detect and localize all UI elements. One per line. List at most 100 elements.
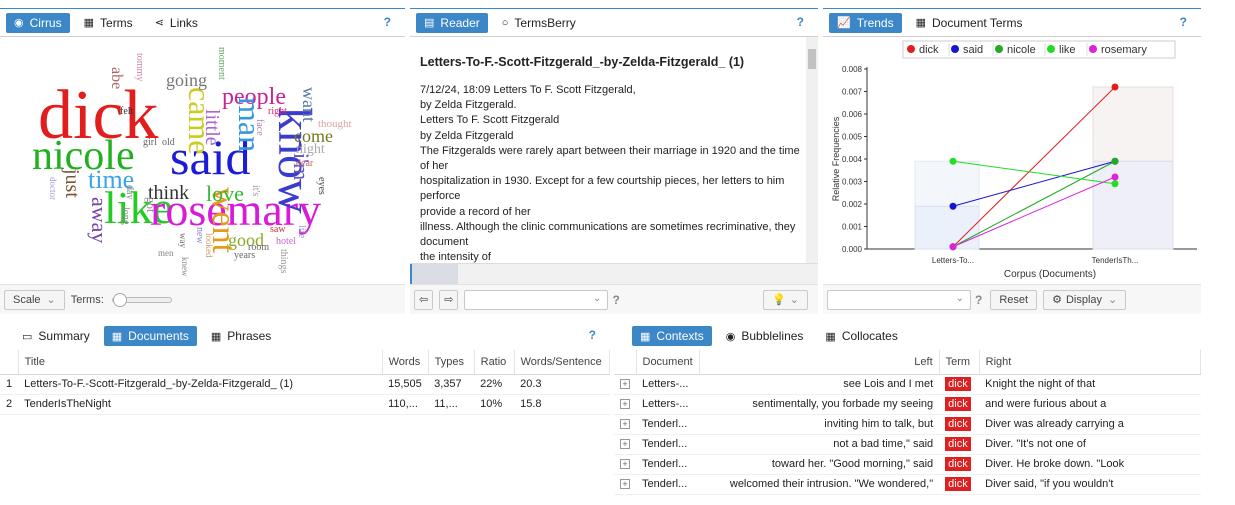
scrollbar-thumb[interactable]: [808, 49, 816, 69]
help-icon[interactable]: ?: [612, 293, 619, 307]
cloud-word[interactable]: tommy: [134, 53, 145, 81]
cloud-word[interactable]: felt: [120, 107, 133, 117]
column-header-right[interactable]: Right: [979, 350, 1202, 375]
column-header-words[interactable]: Words: [382, 350, 429, 375]
legend-marker[interactable]: [907, 45, 915, 53]
cloud-word[interactable]: just: [61, 169, 83, 198]
cloud-word[interactable]: abe: [108, 67, 125, 89]
tab-documents[interactable]: ▦ Documents: [103, 326, 197, 346]
help-button[interactable]: ?: [589, 328, 596, 342]
help-button[interactable]: ?: [1180, 15, 1187, 29]
legend-label[interactable]: dick: [919, 44, 939, 56]
prev-button[interactable]: ⇦: [414, 289, 434, 310]
table-row[interactable]: + Tenderl... welcomed their intrusion. "We…: [614, 474, 1201, 495]
legend-label[interactable]: rosemary: [1101, 44, 1147, 56]
table-row[interactable]: + Letters-... see Lois and I met dick Knight…: [614, 374, 1201, 395]
table-row[interactable]: + Letters-... sentimentally, you forbade m…: [614, 394, 1201, 415]
cloud-word[interactable]: want: [299, 87, 319, 122]
reset-button[interactable]: Reset: [990, 289, 1038, 310]
cloud-word[interactable]: it's: [250, 185, 261, 196]
tab-links[interactable]: ⋖ Links: [147, 13, 206, 33]
cloud-word[interactable]: girl: [143, 138, 157, 148]
cloud-word[interactable]: night: [296, 143, 325, 157]
cloud-word[interactable]: thought: [318, 119, 352, 130]
column-header-term[interactable]: Term: [939, 350, 980, 375]
help-button[interactable]: ?: [384, 15, 391, 29]
next-button[interactable]: ⇨: [439, 289, 459, 310]
expand-icon[interactable]: +: [620, 419, 630, 429]
help-button[interactable]: ?: [797, 15, 804, 29]
expand-icon[interactable]: +: [620, 439, 630, 449]
cloud-word[interactable]: moment: [216, 47, 227, 80]
help-icon[interactable]: ?: [975, 293, 982, 307]
terms-combo[interactable]: ⌄: [827, 289, 971, 310]
cloud-word[interactable]: saw: [270, 225, 286, 235]
tab-termsberry[interactable]: ○ TermsBerry: [494, 13, 584, 33]
legend-label[interactable]: nicole: [1007, 44, 1036, 56]
cloud-word[interactable]: doctor: [48, 177, 58, 200]
cloud-word[interactable]: dear: [296, 159, 313, 169]
legend-label[interactable]: said: [963, 44, 983, 56]
legend-label[interactable]: like: [1059, 44, 1076, 56]
slider-handle[interactable]: [112, 292, 127, 307]
cloud-word[interactable]: way: [178, 233, 188, 248]
tab-summary[interactable]: ▭ Summary: [14, 326, 98, 346]
lightbulb-button[interactable]: 💡 ⌄: [763, 289, 808, 310]
tab-collocates[interactable]: ▦ Collocates: [817, 326, 905, 346]
tab-bubblelines[interactable]: ◉ Bubblelines: [718, 326, 812, 346]
column-header-title[interactable]: Title: [18, 350, 383, 375]
search-combo[interactable]: ⌄: [464, 289, 609, 310]
table-row[interactable]: + Tenderl... toward her. "Good morning," s…: [614, 454, 1201, 475]
cloud-word[interactable]: face: [254, 119, 265, 136]
legend-marker[interactable]: [1089, 45, 1097, 53]
tab-contexts[interactable]: ▦ Contexts: [632, 326, 712, 346]
cloud-word[interactable]: life: [296, 225, 307, 238]
data-point: [1111, 157, 1119, 165]
column-header-ratio[interactable]: Ratio: [474, 350, 515, 375]
table-row[interactable]: 1 Letters-To-F.-Scott-Fitzgerald_-by-Zel…: [0, 374, 610, 395]
cloud-word[interactable]: long: [120, 207, 131, 225]
tab-cirrus[interactable]: ◉ Cirrus: [6, 12, 70, 33]
cloud-word[interactable]: years: [234, 251, 255, 261]
legend-marker[interactable]: [951, 45, 959, 53]
tab-trends[interactable]: 📈 Trends: [829, 12, 902, 33]
cloud-word[interactable]: going: [166, 71, 207, 89]
cloud-word[interactable]: away: [87, 197, 112, 243]
cloud-word[interactable]: love: [206, 183, 244, 205]
legend-marker[interactable]: [1047, 45, 1055, 53]
column-header-words-sentence[interactable]: Words/Sentence: [514, 350, 611, 375]
column-header-document[interactable]: Document: [636, 350, 700, 375]
expand-icon[interactable]: +: [620, 459, 630, 469]
cloud-word[interactable]: hotel: [276, 237, 296, 247]
expand-icon[interactable]: +: [620, 399, 630, 409]
column-header-types[interactable]: Types: [428, 350, 475, 375]
cloud-word[interactable]: old: [162, 138, 175, 148]
cloud-word[interactable]: new: [194, 227, 205, 244]
terms-slider[interactable]: [111, 292, 172, 307]
cloud-word[interactable]: little: [201, 109, 223, 146]
cloud-word[interactable]: right: [268, 107, 287, 117]
expand-icon[interactable]: +: [620, 479, 630, 489]
document-strip-segment[interactable]: [410, 264, 458, 286]
table-row[interactable]: + Tenderl... inviting him to talk, but dick…: [614, 414, 1201, 435]
scale-button[interactable]: Scale ⌄: [4, 289, 65, 310]
cloud-word[interactable]: men: [158, 249, 174, 258]
tab-terms[interactable]: ▦ Terms: [76, 13, 141, 33]
tab-reader[interactable]: ▤ Reader: [416, 12, 488, 33]
cloud-word[interactable]: things: [278, 249, 289, 273]
cloud-word[interactable]: got: [144, 197, 158, 212]
cloud-word[interactable]: knew: [180, 257, 190, 277]
document-strip[interactable]: [410, 263, 818, 286]
display-button[interactable]: ⚙ Display ⌄: [1043, 289, 1127, 310]
cloud-word[interactable]: eyes: [316, 177, 327, 195]
table-row[interactable]: + Tenderl... not a bad time," said dick Dive…: [614, 434, 1201, 455]
tab-phrases[interactable]: ▦ Phrases: [203, 326, 279, 346]
column-header-left[interactable]: Left: [699, 350, 940, 375]
expand-icon[interactable]: +: [620, 379, 630, 389]
tab-document-terms[interactable]: ▦ Document Terms: [908, 13, 1031, 33]
table-row[interactable]: 2 TenderIsTheNight 110,... 11,... 10% 15…: [0, 394, 610, 415]
cloud-word[interactable]: looked: [204, 233, 214, 258]
legend-marker[interactable]: [995, 45, 1003, 53]
reader-scrollbar[interactable]: [806, 37, 818, 269]
cloud-word[interactable]: day: [124, 185, 135, 199]
